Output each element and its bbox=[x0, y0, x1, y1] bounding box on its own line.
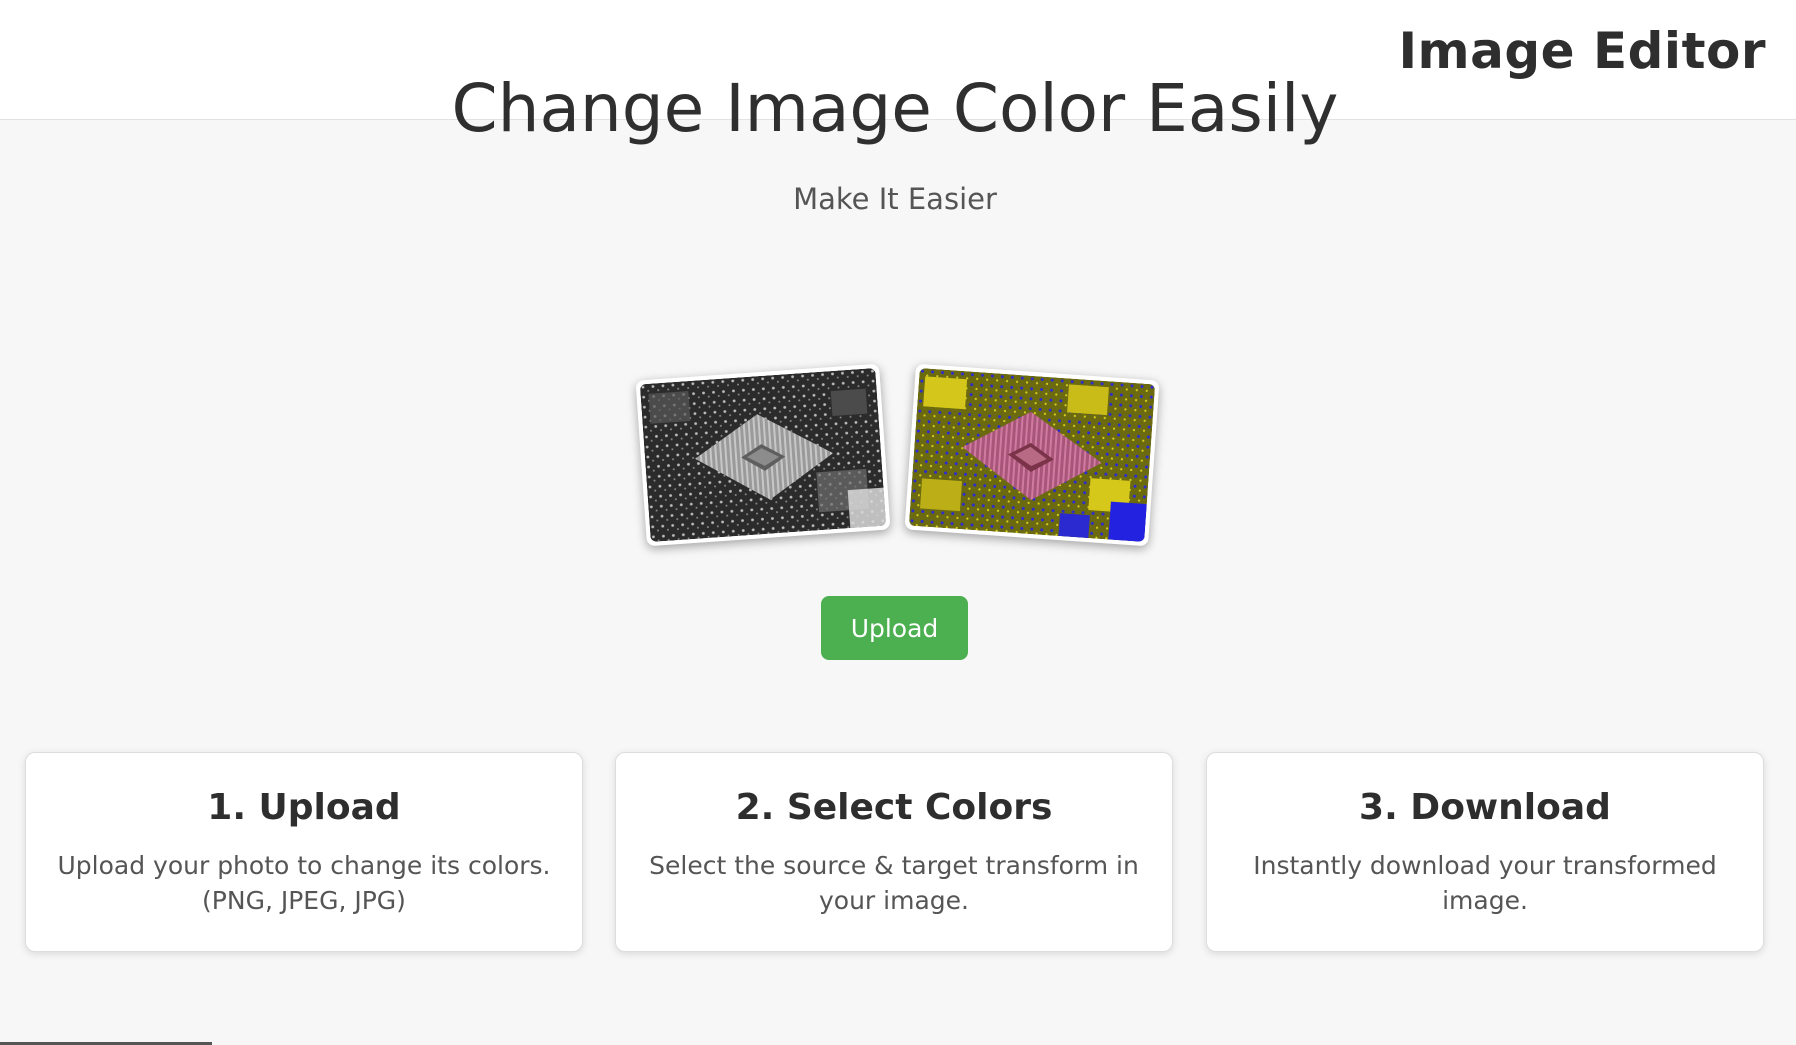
step-description: Select the source & target transform in … bbox=[649, 851, 1139, 915]
step-card-download: 3. Download Instantly download your tran… bbox=[1206, 752, 1764, 952]
preview-recolored-image bbox=[904, 363, 1160, 547]
step-title: 3. Download bbox=[1359, 787, 1611, 828]
preview-original-image bbox=[635, 363, 891, 547]
grayscale-chip-image bbox=[639, 367, 887, 543]
step-card-upload: 1. Upload Upload your photo to change it… bbox=[25, 752, 583, 952]
hero-title: Change Image Color Easily bbox=[451, 70, 1339, 147]
step-description: Instantly download your transformed imag… bbox=[1253, 851, 1717, 915]
step-card-select-colors: 2. Select Colors Select the source & tar… bbox=[615, 752, 1173, 952]
step-description: Upload your photo to change its colors. … bbox=[57, 851, 551, 915]
step-title: 1. Upload bbox=[207, 787, 401, 828]
upload-button[interactable]: Upload bbox=[821, 596, 968, 660]
hero-subtitle: Make It Easier bbox=[793, 182, 997, 216]
step-title: 2. Select Colors bbox=[735, 787, 1053, 828]
recolored-chip-image bbox=[908, 367, 1156, 543]
